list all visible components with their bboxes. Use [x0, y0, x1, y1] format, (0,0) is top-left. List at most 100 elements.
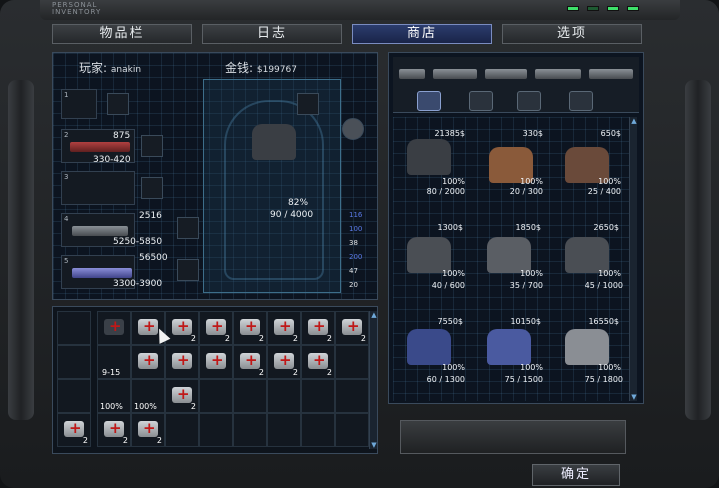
weapon-slot-3[interactable]: 3: [61, 171, 135, 205]
inventory-cell[interactable]: 100%: [97, 379, 131, 413]
inventory-scrollbar[interactable]: ▲ ▼: [369, 311, 377, 449]
quick-slot[interactable]: [57, 345, 91, 379]
quick-slot[interactable]: [57, 311, 91, 345]
attachment-slot-1[interactable]: [107, 93, 129, 115]
slot2-ammo: 875: [113, 131, 131, 141]
inventory-cell[interactable]: [199, 379, 233, 413]
inventory-cell[interactable]: 9-15: [97, 345, 131, 379]
medkit-icon: [274, 351, 294, 369]
ammo-box-slot-2[interactable]: [141, 135, 163, 157]
inventory-cell[interactable]: [165, 345, 199, 379]
inventory-cell[interactable]: [301, 413, 335, 447]
slot2-range: 330-420: [93, 155, 131, 165]
led-icon: [607, 6, 619, 11]
item-condition: 100%: [598, 363, 621, 372]
item-durability: 80 / 2000: [426, 187, 465, 196]
tab-options[interactable]: 选项: [502, 24, 642, 44]
drone-icon[interactable]: [342, 118, 364, 140]
scroll-down-icon[interactable]: ▼: [630, 393, 638, 401]
grenade-icon: [104, 317, 124, 335]
inventory-cell[interactable]: [267, 379, 301, 413]
item-condition: 100%: [442, 177, 465, 186]
item-price: 1300$: [437, 223, 463, 232]
inventory-cell[interactable]: 2: [301, 345, 335, 379]
inventory-cell[interactable]: 100%: [131, 379, 165, 413]
inventory-cell[interactable]: [301, 379, 335, 413]
scroll-down-icon[interactable]: ▼: [370, 441, 378, 449]
inventory-cell[interactable]: 2: [301, 311, 335, 345]
inventory-cell[interactable]: [335, 413, 369, 447]
medkit-icon: [274, 317, 294, 335]
inventory-cell[interactable]: 2: [165, 379, 199, 413]
inventory-cell[interactable]: [131, 345, 165, 379]
medkit-icon: [342, 317, 362, 335]
armor-item-icon[interactable]: [407, 139, 451, 175]
medkit-icon: [64, 419, 84, 437]
inventory-cell[interactable]: 2: [233, 345, 267, 379]
item-price: 1850$: [515, 223, 541, 232]
inventory-cell[interactable]: 2: [131, 413, 165, 447]
weapon-slot-1[interactable]: 1: [61, 89, 97, 119]
armor-item-icon[interactable]: [407, 237, 451, 273]
item-condition: 100%: [442, 269, 465, 278]
shop-scrollbar[interactable]: ▲ ▼: [629, 117, 637, 401]
item-price: 21385$: [434, 129, 465, 138]
tab-inventory[interactable]: 物品栏: [52, 24, 192, 44]
quick-slot[interactable]: 2: [57, 413, 91, 447]
armor-item-icon[interactable]: [487, 329, 531, 365]
scroll-up-icon[interactable]: ▲: [370, 311, 378, 319]
inventory-cell[interactable]: 2: [335, 311, 369, 345]
shop-grid: 21385$ 100% 80 / 2000 330$ 100% 20 / 300…: [393, 117, 631, 401]
inventory-cell[interactable]: [97, 311, 131, 345]
armor-item-icon[interactable]: [565, 329, 609, 365]
inventory-cell[interactable]: 2: [165, 311, 199, 345]
confirm-button[interactable]: 确定: [532, 464, 620, 486]
inventory-cell[interactable]: [199, 413, 233, 447]
inventory-cell[interactable]: 2: [267, 345, 301, 379]
machinegun-category-icon[interactable]: [535, 69, 581, 79]
quick-slot[interactable]: [57, 379, 91, 413]
ammo-box-slot-4[interactable]: [177, 217, 199, 239]
equipped-armor-icon[interactable]: [252, 124, 296, 160]
rifle-category-icon[interactable]: [485, 69, 527, 79]
inventory-cell[interactable]: 2: [267, 311, 301, 345]
inventory-cell[interactable]: [267, 413, 301, 447]
scroll-up-icon[interactable]: ▲: [630, 117, 638, 125]
item-price: 330$: [522, 129, 543, 138]
body-doll: 82% 90 / 4000: [203, 79, 341, 293]
item-condition: 100%: [598, 269, 621, 278]
ammo-box-slot-5[interactable]: [177, 259, 199, 281]
shop-category-bar: [393, 57, 639, 113]
armor-category-icon[interactable]: [417, 91, 441, 111]
medkit-icon: [172, 385, 192, 403]
medkit-icon: [206, 351, 226, 369]
inventory-cell[interactable]: [335, 345, 369, 379]
heavy-weapon-category-icon[interactable]: [589, 69, 633, 79]
shotgun-category-icon[interactable]: [433, 69, 477, 79]
armor-item-icon[interactable]: [565, 237, 609, 273]
armor-condition: 82%: [288, 198, 309, 208]
medkit-icon: [308, 317, 328, 335]
inventory-cell[interactable]: [233, 379, 267, 413]
inventory-cell[interactable]: [335, 379, 369, 413]
pistol-category-icon[interactable]: [399, 69, 425, 79]
tab-log[interactable]: 日志: [202, 24, 342, 44]
inventory-cell[interactable]: [165, 413, 199, 447]
helmet-slot[interactable]: [297, 93, 319, 115]
tab-shop[interactable]: 商店: [352, 24, 492, 44]
inventory-cell[interactable]: 2: [233, 311, 267, 345]
misc-category-icon[interactable]: [569, 91, 593, 111]
inventory-cell[interactable]: [233, 413, 267, 447]
item-durability: 25 / 400: [587, 187, 621, 196]
inventory-cell[interactable]: [199, 345, 233, 379]
item-price: 650$: [600, 129, 621, 138]
inventory-cell[interactable]: 2: [97, 413, 131, 447]
item-durability: 35 / 700: [509, 281, 543, 290]
armor-item-icon[interactable]: [487, 237, 531, 273]
ammo-box-slot-3[interactable]: [141, 177, 163, 199]
medkit-icon: [240, 317, 260, 335]
ammo-category-icon[interactable]: [469, 91, 493, 111]
gear-category-icon[interactable]: [517, 91, 541, 111]
armor-item-icon[interactable]: [407, 329, 451, 365]
inventory-cell[interactable]: 2: [199, 311, 233, 345]
